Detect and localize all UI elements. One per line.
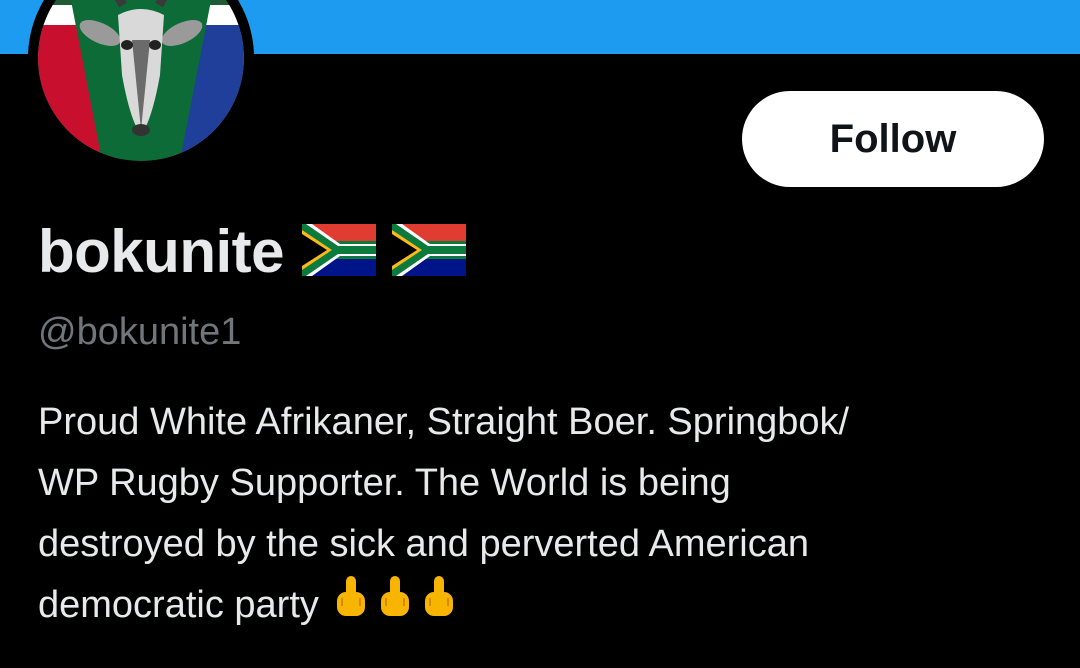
profile-handle: @bokunite1 (38, 311, 242, 353)
display-name: bokunite (38, 218, 285, 285)
bio-line-text: democratic party (38, 584, 319, 626)
bio-emoji-group (333, 575, 465, 638)
follow-button[interactable]: Follow (742, 91, 1044, 187)
bio-line: destroyed by the sick and perverted Amer… (38, 523, 809, 565)
profile-avatar[interactable] (28, 0, 254, 171)
bio-line: Proud White Afrikaner, Straight Boer. Sp… (38, 401, 850, 443)
south-africa-flag-icon (302, 223, 376, 281)
middle-finger-icon (421, 575, 457, 639)
bio-line: WP Rugby Supporter. The World is being (38, 462, 731, 504)
middle-finger-icon (377, 575, 413, 639)
south-africa-flag-icon (392, 223, 466, 281)
springbok-avatar-icon (28, 0, 254, 171)
middle-finger-icon (333, 575, 369, 639)
profile-bio: Proud White Afrikaner, Straight Boer. Sp… (38, 392, 1048, 639)
bio-line-last: democratic party (38, 575, 1048, 639)
profile-name-row: bokunite (38, 214, 466, 290)
